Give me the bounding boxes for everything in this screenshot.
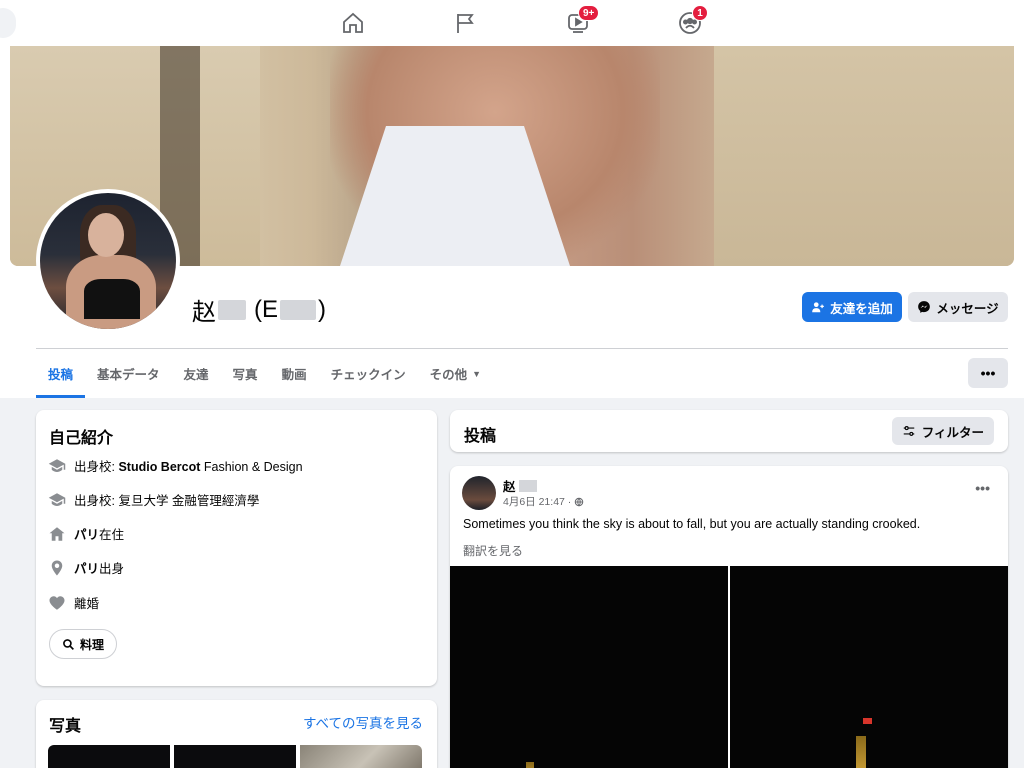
post-text: Sometimes you think the sky is about to …	[463, 517, 921, 531]
sliders-icon	[903, 426, 914, 436]
intro-card: 自己紹介 出身校: Studio Bercot Fashion & Design…	[36, 410, 437, 686]
intro-item-hometown: パリ出身	[48, 558, 124, 577]
intro-item-education-2: 出身校: 复旦大学 金融管理經濟學	[48, 490, 259, 509]
post-card: 赵 4月6日 21:47 · ••• Sometimes you think t…	[450, 466, 1008, 768]
groups-nav-button[interactable]: 1	[674, 5, 708, 38]
photo-thumbnail[interactable]	[174, 745, 296, 768]
tab-more[interactable]: その他 ▼	[418, 349, 493, 398]
author-redaction	[518, 479, 537, 492]
photos-title: 写真	[49, 718, 82, 735]
globe-icon	[575, 497, 584, 507]
search-icon	[63, 638, 74, 650]
heart-icon	[49, 595, 65, 610]
post-author-name[interactable]: 赵	[503, 476, 537, 495]
name-redaction	[218, 299, 246, 320]
profile-tabs: 投稿 基本データ 友達 写真 動画 チェックイン その他 ▼	[36, 349, 493, 398]
intro-item-education-1: 出身校: Studio Bercot Fashion & Design	[48, 456, 303, 475]
caret-down-icon: ▼	[472, 368, 482, 379]
pages-nav-button[interactable]	[449, 8, 481, 38]
graduation-cap-icon	[48, 458, 66, 472]
photo-thumbnail[interactable]	[300, 745, 422, 768]
see-all-photos-link[interactable]: すべての写真を見る	[303, 712, 423, 732]
hobby-chip-cooking[interactable]: 料理	[49, 629, 118, 659]
message-button[interactable]: メッセージ	[908, 292, 1008, 322]
home-nav-button[interactable]	[337, 8, 369, 38]
photo-thumbnail[interactable]	[48, 745, 170, 768]
name-alias-open: (E	[254, 295, 278, 323]
alias-redaction	[280, 299, 316, 320]
post-author-avatar[interactable]	[462, 476, 496, 510]
filter-button[interactable]: フィルター	[891, 417, 994, 445]
top-navigation: 9+ 1	[0, 0, 1024, 46]
post-meta: 4月6日 21:47 ·	[503, 494, 584, 509]
add-friend-label: 友達を追加	[830, 301, 893, 316]
photos-card: 写真 すべての写真を見る	[36, 700, 437, 768]
intro-item-lives-in: パリ在住	[48, 524, 124, 543]
profile-header: 赵 (E ) 友達を追加 メッセージ 投稿 基本データ 友達 写真 動画 チェッ…	[0, 46, 1024, 398]
message-label: メッセージ	[936, 301, 999, 316]
see-translation-link[interactable]: 翻訳を見る	[463, 542, 523, 559]
post-timestamp[interactable]: 4月6日 21:47 ·	[503, 494, 571, 509]
flag-icon	[457, 14, 474, 33]
intro-item-relationship: 離婚	[48, 593, 99, 612]
graduation-cap-icon	[48, 492, 66, 506]
tab-about[interactable]: 基本データ	[85, 349, 172, 398]
posts-header-card: 投稿 フィルター	[450, 410, 1008, 452]
messenger-icon	[918, 301, 931, 313]
post-options-icon[interactable]: •••	[975, 480, 990, 496]
profile-name: 赵 (E )	[192, 292, 326, 327]
watch-nav-button[interactable]: 9+	[562, 5, 600, 38]
groups-notification-badge: 1	[692, 5, 708, 21]
profile-picture[interactable]	[36, 189, 180, 333]
intro-title: 自己紹介	[49, 430, 114, 447]
name-alias-close: )	[318, 295, 326, 323]
post-image-2[interactable]	[730, 566, 1008, 768]
tab-videos[interactable]: 動画	[270, 349, 319, 398]
tab-checkins[interactable]: チェックイン	[319, 349, 418, 398]
more-options-button[interactable]: •••	[968, 358, 1008, 388]
ellipsis-icon: •••	[980, 365, 996, 381]
post-image-1[interactable]	[450, 566, 728, 768]
home-icon	[343, 12, 363, 33]
location-pin-icon	[51, 560, 63, 575]
add-person-icon	[812, 302, 825, 313]
posts-title: 投稿	[464, 428, 497, 445]
tab-friends[interactable]: 友達	[172, 349, 221, 398]
tab-photos[interactable]: 写真	[221, 349, 270, 398]
search-field-stub[interactable]	[0, 8, 16, 38]
add-friend-button[interactable]: 友達を追加	[802, 292, 902, 322]
home-icon	[49, 526, 65, 541]
name-text: 赵	[192, 299, 216, 326]
video-notification-badge: 9+	[578, 5, 600, 21]
tab-posts[interactable]: 投稿	[36, 349, 86, 398]
